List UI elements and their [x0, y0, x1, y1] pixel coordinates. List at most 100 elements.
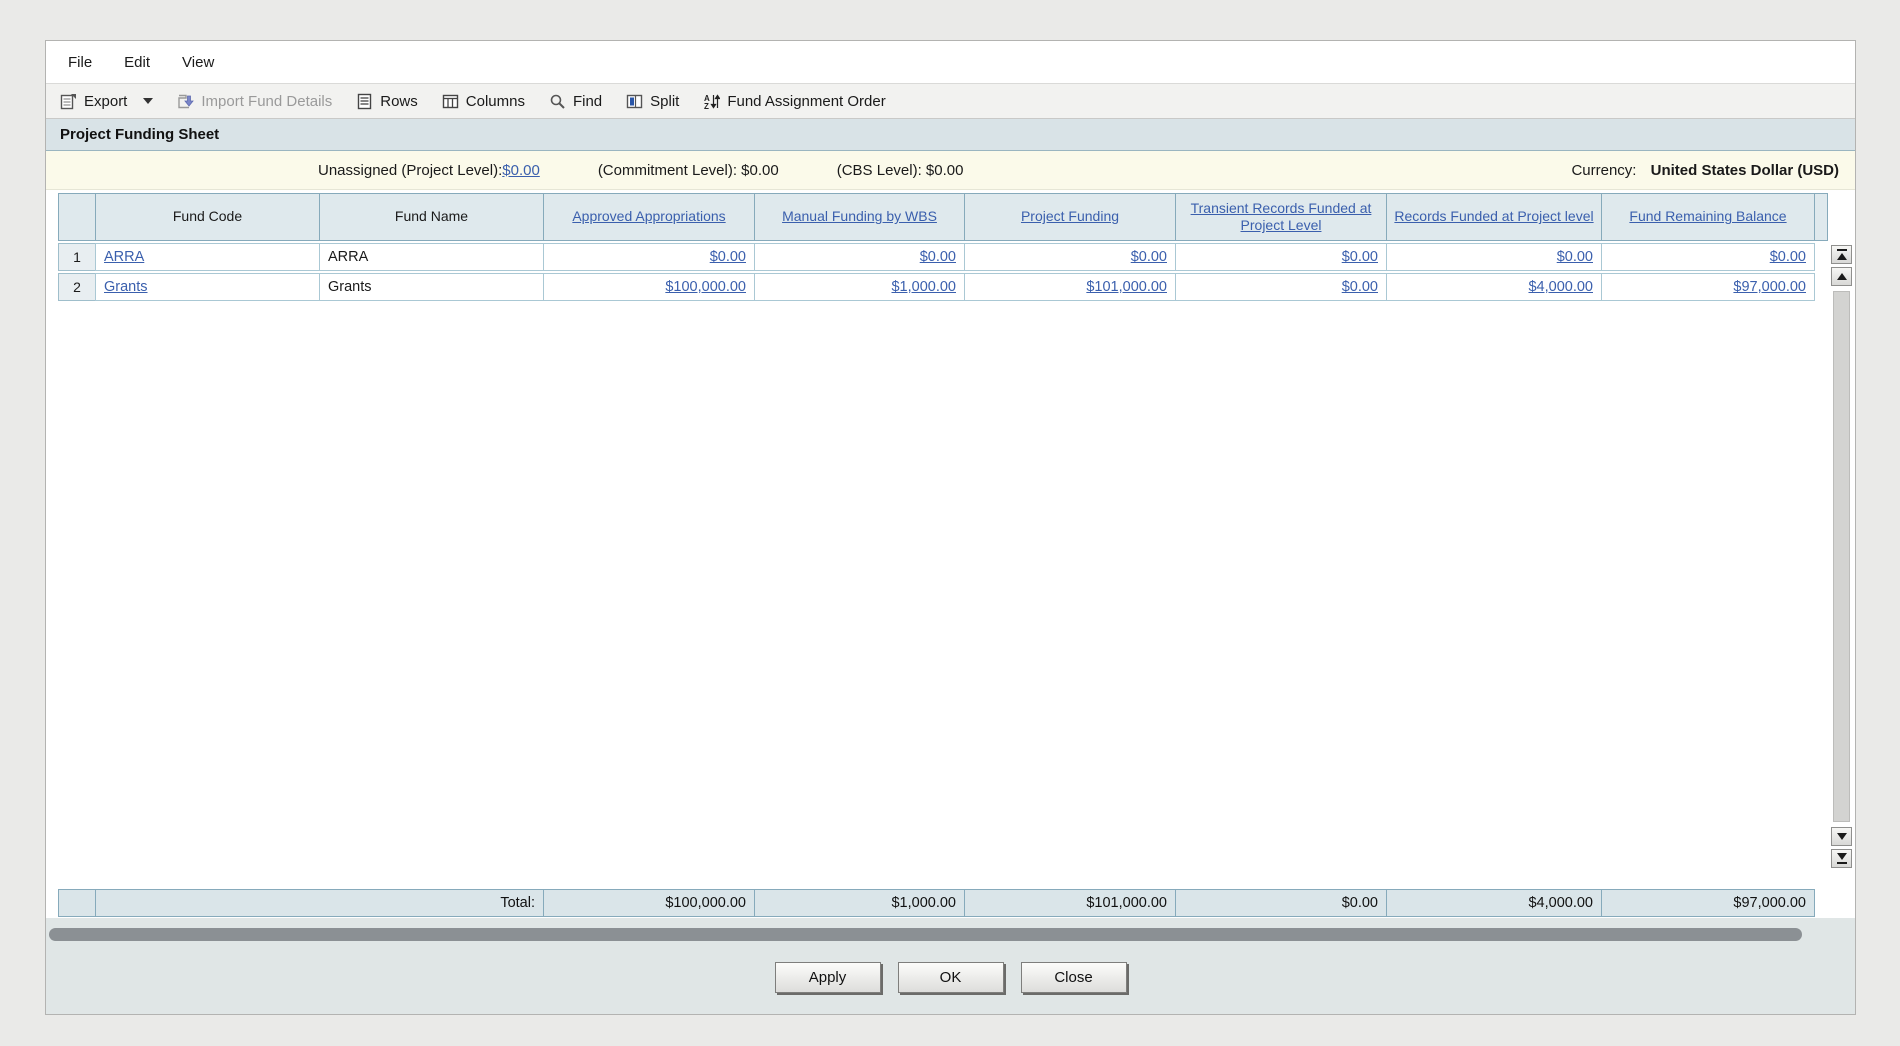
transient-records-link[interactable]: $0.00	[1342, 249, 1378, 265]
header-manual-funding-by-wbs: Manual Funding by WBS	[754, 193, 965, 241]
scroll-to-bottom-button[interactable]	[1831, 849, 1852, 868]
fund-code-cell: Grants	[95, 273, 320, 301]
currency-value: United States Dollar (USD)	[1650, 161, 1839, 179]
unassigned-project-level: Unassigned (Project Level):$0.00	[318, 162, 540, 179]
import-fund-details-label: Import Fund Details	[201, 92, 333, 110]
transient-records-link[interactable]: $0.00	[1342, 279, 1378, 295]
fund-name-cell: ARRA	[319, 243, 544, 271]
header-fund-remaining-balance-link[interactable]: Fund Remaining Balance	[1629, 208, 1786, 226]
export-icon	[60, 93, 76, 109]
fund-remaining-link[interactable]: $97,000.00	[1733, 279, 1806, 295]
header-transient-records: Transient Records Funded at Project Leve…	[1175, 193, 1387, 241]
horizontal-scrollbar-thumb[interactable]	[49, 928, 1802, 941]
records-funded-cell: $4,000.00	[1386, 273, 1602, 301]
split-label: Split	[650, 92, 680, 110]
total-transient-cell: $0.00	[1175, 889, 1387, 917]
header-records-funded: Records Funded at Project level	[1386, 193, 1602, 241]
records-funded-link[interactable]: $0.00	[1557, 249, 1593, 265]
project-funding-cell: $0.00	[964, 243, 1176, 271]
header-fund-name-label: Fund Name	[394, 208, 469, 225]
title-bar: Project Funding Sheet	[46, 119, 1855, 151]
fund-code-link[interactable]: ARRA	[104, 249, 144, 265]
header-project-funding: Project Funding	[964, 193, 1176, 241]
scroll-to-top-button[interactable]	[1831, 245, 1852, 264]
unassigned-value-link[interactable]: $0.00	[502, 162, 540, 179]
dialog-bottom-band: Apply OK Close	[46, 918, 1855, 1014]
scroll-down-arrow-icon	[1836, 833, 1847, 840]
records-funded-link[interactable]: $4,000.00	[1528, 279, 1593, 295]
menu-edit[interactable]: Edit	[120, 51, 154, 74]
rows-icon	[358, 93, 372, 109]
project-funding-sheet-dialog: File Edit View Export Import Fund Detail…	[45, 40, 1856, 1015]
rows-label: Rows	[380, 92, 418, 110]
header-transient-records-link[interactable]: Transient Records Funded at Project Leve…	[1182, 200, 1380, 235]
columns-label: Columns	[465, 92, 525, 110]
currency-label: Currency:	[1571, 161, 1637, 179]
fund-assignment-order-button[interactable]: A Z Fund Assignment Order	[703, 93, 885, 110]
header-fund-name: Fund Name	[319, 193, 544, 241]
export-button[interactable]: Export	[60, 92, 154, 110]
transient-records-cell: $0.00	[1175, 273, 1387, 301]
total-label-cell: Total:	[95, 889, 544, 917]
total-project-cell: $101,000.00	[964, 889, 1176, 917]
manual-funding-cell: $1,000.00	[754, 273, 965, 301]
fund-remaining-cell: $97,000.00	[1601, 273, 1815, 301]
svg-text:Z: Z	[704, 102, 709, 110]
scroll-down-button[interactable]	[1831, 827, 1852, 846]
project-funding-link[interactable]: $101,000.00	[1086, 279, 1167, 295]
scroll-to-top-bar-icon	[1836, 249, 1847, 251]
scroll-up-button[interactable]	[1831, 267, 1852, 286]
header-records-funded-link[interactable]: Records Funded at Project level	[1394, 208, 1593, 226]
header-fund-remaining-balance: Fund Remaining Balance	[1601, 193, 1815, 241]
header-row-number	[58, 193, 96, 241]
fund-remaining-link[interactable]: $0.00	[1770, 249, 1806, 265]
apply-button[interactable]: Apply	[774, 962, 881, 993]
fund-remaining-cell: $0.00	[1601, 243, 1815, 271]
rows-button[interactable]: Rows	[356, 93, 418, 110]
export-label: Export	[84, 92, 128, 110]
find-button[interactable]: Find	[549, 93, 602, 110]
approved-appropriations-link[interactable]: $100,000.00	[665, 279, 746, 295]
fund-code-link[interactable]: Grants	[104, 279, 148, 295]
close-button[interactable]: Close	[1020, 962, 1127, 993]
approved-appropriations-link[interactable]: $0.00	[710, 249, 746, 265]
total-remaining-cell: $97,000.00	[1601, 889, 1815, 917]
total-row: Total: $100,000.00 $1,000.00 $101,000.00…	[58, 889, 1815, 917]
import-fund-details-button[interactable]: Import Fund Details	[177, 93, 332, 110]
header-approved-appropriations: Approved Appropriations	[543, 193, 755, 241]
export-dropdown-caret-icon[interactable]	[143, 98, 154, 104]
total-row-number-cell	[58, 889, 96, 917]
cbs-level: (CBS Level): $0.00	[836, 161, 964, 179]
columns-button[interactable]: Columns	[442, 93, 525, 110]
funding-table-area: Fund Code Fund Name Approved Appropriati…	[46, 190, 1855, 918]
currency: Currency: United States Dollar (USD)	[1571, 162, 1839, 179]
manual-funding-link[interactable]: $1,000.00	[891, 279, 956, 295]
page-title: Project Funding Sheet	[60, 126, 220, 143]
unassigned-label: Unassigned (Project Level):	[318, 161, 503, 179]
sort-az-icon: A Z	[704, 94, 721, 110]
table-row: 1 ARRA ARRA $0.00 $0.00 $0.00 $0.00 $0.0…	[58, 243, 1855, 271]
vertical-scrollbar[interactable]	[1831, 245, 1852, 868]
ok-button[interactable]: OK	[897, 962, 1004, 993]
header-manual-funding-by-wbs-link[interactable]: Manual Funding by WBS	[782, 208, 937, 226]
project-funding-link[interactable]: $0.00	[1131, 249, 1167, 265]
vertical-scrollbar-thumb[interactable]	[1833, 291, 1850, 822]
header-approved-appropriations-link[interactable]: Approved Appropriations	[572, 208, 725, 226]
info-bar: Unassigned (Project Level):$0.00 (Commit…	[46, 151, 1855, 190]
manual-funding-cell: $0.00	[754, 243, 965, 271]
manual-funding-link[interactable]: $0.00	[920, 249, 956, 265]
approved-appropriations-cell: $0.00	[543, 243, 755, 271]
columns-icon	[442, 94, 458, 108]
scroll-to-top-arrow-icon	[1836, 253, 1847, 260]
menu-view[interactable]: View	[178, 51, 218, 74]
funding-grid: Fund Code Fund Name Approved Appropriati…	[58, 193, 1855, 301]
fund-assignment-order-label: Fund Assignment Order	[727, 92, 886, 110]
menu-file[interactable]: File	[64, 51, 96, 74]
header-project-funding-link[interactable]: Project Funding	[1021, 208, 1119, 226]
menu-bar: File Edit View	[46, 41, 1855, 83]
commitment-level: (Commitment Level): $0.00	[597, 161, 779, 179]
transient-records-cell: $0.00	[1175, 243, 1387, 271]
scroll-to-bottom-arrow-icon	[1836, 853, 1847, 860]
split-button[interactable]: Split	[626, 93, 679, 110]
records-funded-cell: $0.00	[1386, 243, 1602, 271]
